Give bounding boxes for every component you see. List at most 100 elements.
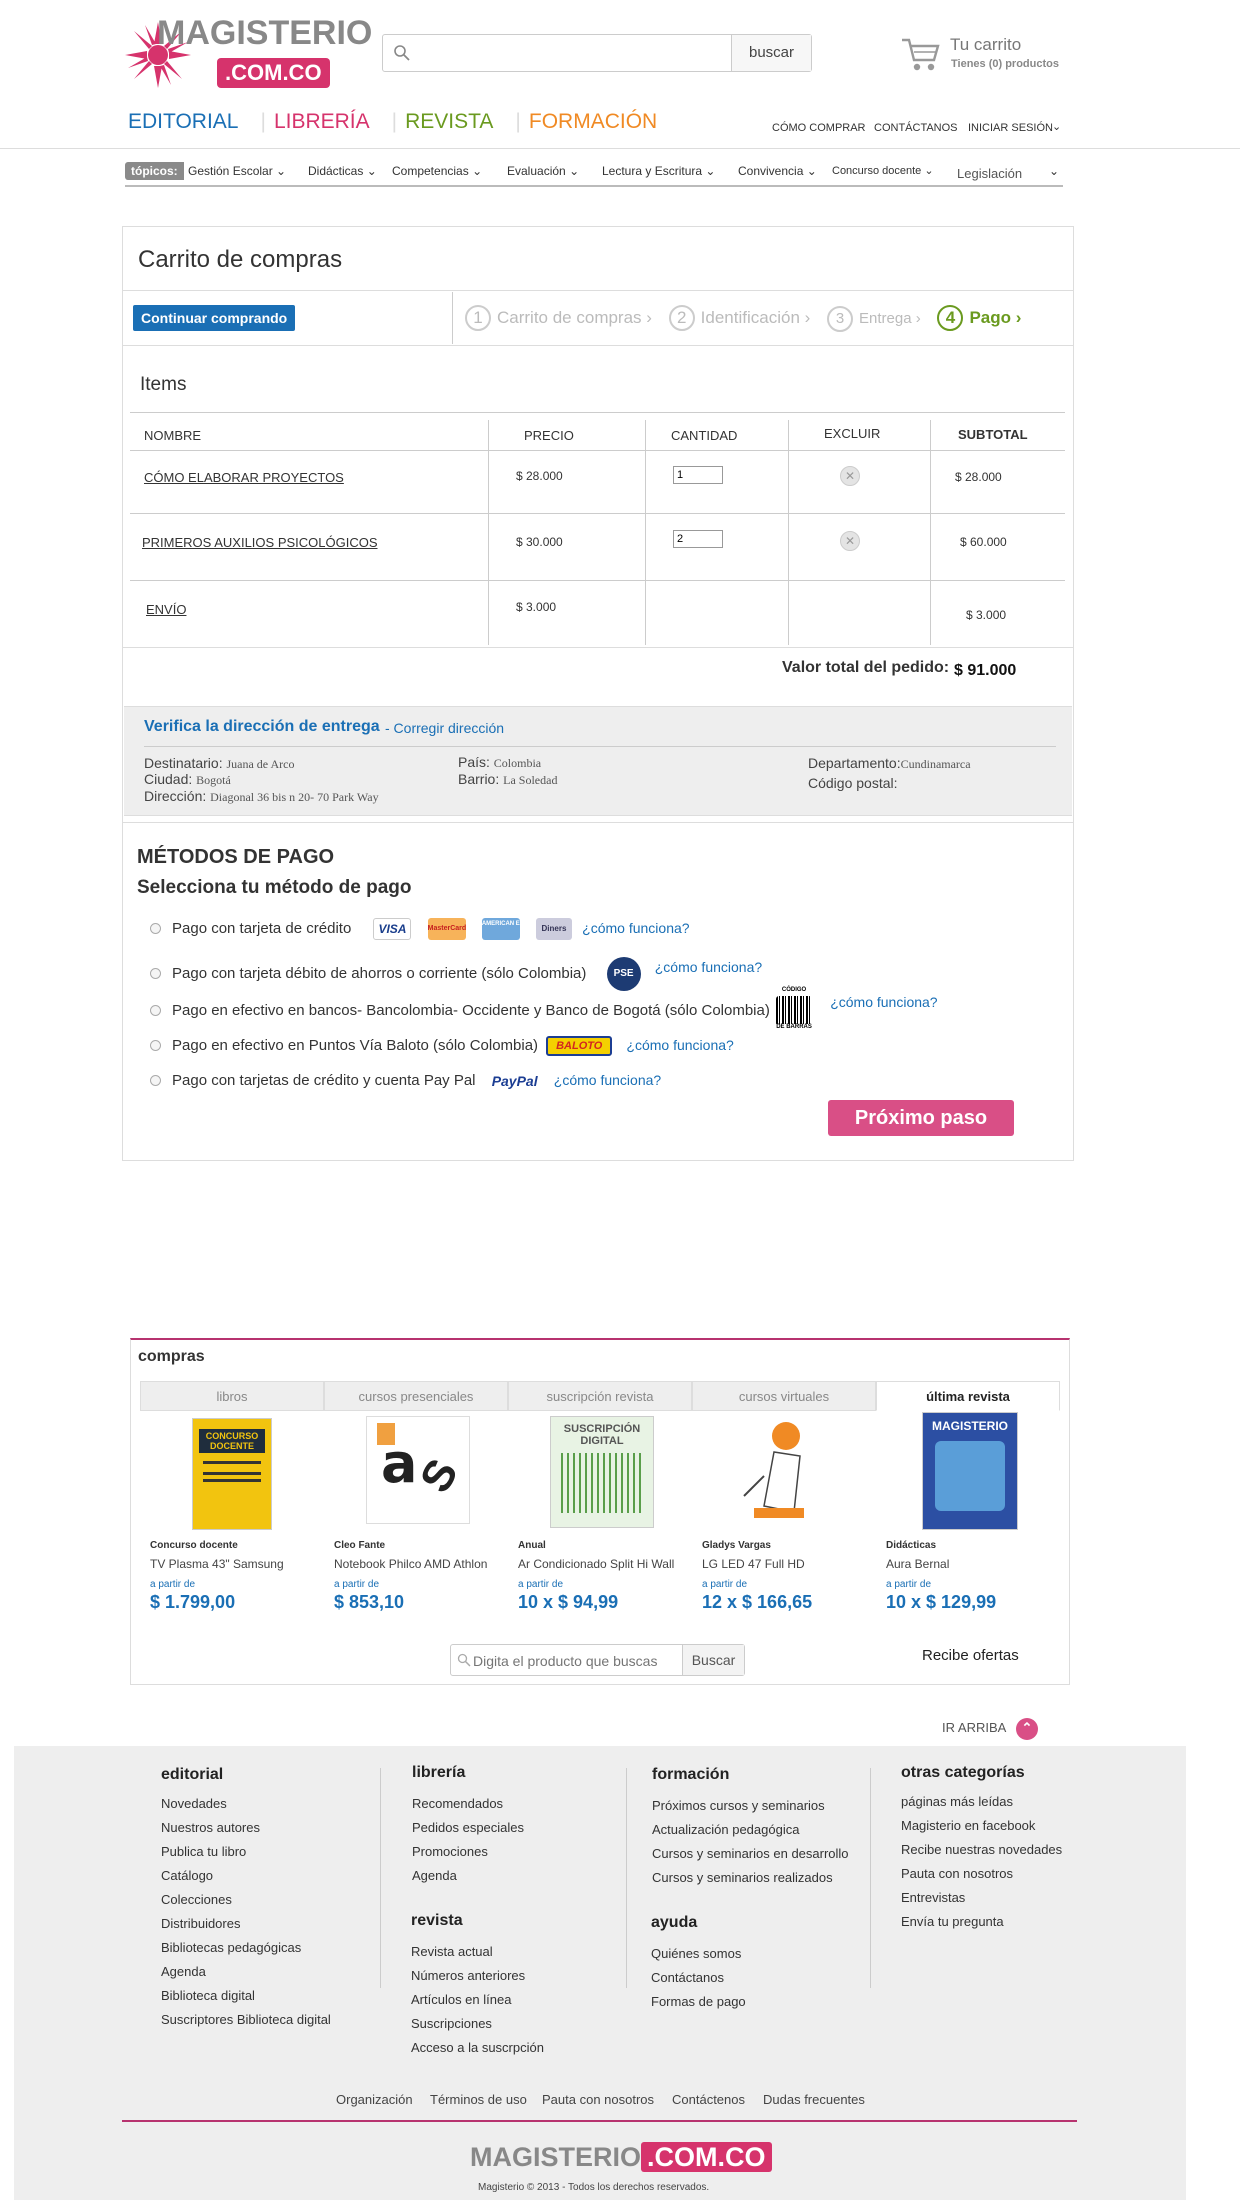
footer-link[interactable]: Formas de pago [651,1990,746,2014]
back-to-top-link[interactable]: IR ARRIBA [942,1720,1006,1735]
next-step-button[interactable]: Próximo paso [828,1100,1014,1136]
footer-link[interactable]: Contáctanos [651,1966,746,1990]
cart-title[interactable]: Tu carrito [950,35,1021,55]
footer-link[interactable]: páginas más leídas [901,1790,1062,1814]
quantity-input[interactable] [673,530,723,548]
product-name[interactable]: Aura Bernal [886,1557,949,1571]
footer-link[interactable]: Colecciones [161,1888,331,1912]
topic-convivencia[interactable]: Convivencia ⌄ [738,164,817,178]
nav-editorial[interactable]: EDITORIAL [128,110,238,133]
footer-link[interactable]: Biblioteca digital [161,1984,331,2008]
payment-option-paypal[interactable]: Pago con tarjetas de crédito y cuenta Pa… [150,1072,661,1089]
shipping-label[interactable]: ENVÍO [146,602,186,617]
radio-button[interactable] [150,1005,161,1016]
topic-legislacion[interactable]: Legislación [957,166,1022,181]
footer-link[interactable]: Agenda [161,1960,331,1984]
product-image[interactable]: a S [366,1416,470,1524]
widget-search-input[interactable] [473,1649,677,1673]
topic-gestion-escolar[interactable]: Gestión Escolar ⌄ [188,164,286,178]
product-name[interactable]: Notebook Philco AMD Athlon [334,1557,487,1571]
step-cart[interactable]: 1 Carrito de compras › [465,305,652,331]
tab-libros[interactable]: libros [140,1381,324,1411]
nav-revista[interactable]: REVISTA [405,110,493,133]
footer-link[interactable]: Pedidos especiales [412,1816,524,1840]
topic-concurso-docente[interactable]: Concurso docente ⌄ [832,164,934,177]
footer-logo[interactable]: MAGISTERIO .COM.CO [470,2142,772,2173]
nav-contactanos[interactable]: CONTÁCTANOS [874,122,958,134]
product-card[interactable]: MAGISTERIO Didácticas Aura Bernal a part… [876,1412,1060,1616]
footer-link[interactable]: Suscripciones [411,2012,544,2036]
topic-competencias[interactable]: Competencias ⌄ [392,164,482,178]
footer-link[interactable]: Recibe nuestras novedades [901,1838,1062,1862]
nav-como-comprar[interactable]: CÓMO COMPRAR [772,122,866,134]
footer-link[interactable]: Revista actual [411,1940,544,1964]
product-name[interactable]: LG LED 47 Full HD [702,1557,805,1571]
radio-button[interactable] [150,922,161,934]
widget-search-button[interactable]: Buscar [682,1645,744,1675]
tab-ultima-revista[interactable]: última revista [876,1381,1060,1411]
tab-cursos-virtuales[interactable]: cursos virtuales [692,1381,876,1411]
cart-item-name[interactable]: CÓMO ELABORAR PROYECTOS [144,470,344,485]
how-it-works-link[interactable]: ¿cómo funciona? [830,994,937,1010]
remove-item-icon[interactable]: ✕ [840,531,860,551]
footer-link[interactable]: Pauta con nosotros [901,1862,1062,1886]
radio-button[interactable] [150,1075,161,1086]
product-image[interactable] [734,1416,830,1526]
footer-link[interactable]: Actualización pedagógica [652,1818,849,1842]
radio-button[interactable] [150,1039,161,1051]
how-it-works-link[interactable]: ¿cómo funciona? [626,1037,733,1053]
product-card[interactable]: SUSCRIPCIÓN DIGITAL Anual Ar Condicionad… [508,1416,692,1616]
offers-link[interactable]: Recibe ofertas [922,1647,1019,1664]
payment-option-credit-card[interactable]: Pago con tarjeta de crédito VISA MasterC… [150,918,690,940]
arrow-up-icon[interactable]: ⌃ [1016,1718,1038,1740]
footer-bottom-link[interactable]: Contáctenos [672,2092,745,2107]
site-logo[interactable]: MAGISTERIO .COM.CO [125,14,372,94]
payment-option-cash-banks[interactable]: Pago en efectivo en bancos- Bancolombia-… [150,987,938,1031]
footer-link[interactable]: Distribuidores [161,1912,331,1936]
footer-link[interactable]: Magisterio en facebook [901,1814,1062,1838]
topic-evaluacion[interactable]: Evaluación ⌄ [507,164,579,178]
footer-link[interactable]: Cursos y seminarios realizados [652,1866,849,1890]
step-identification[interactable]: 2 Identificación › [668,305,810,331]
nav-libreria[interactable]: LIBRERÍA [274,110,370,133]
nav-formacion[interactable]: FORMACIÓN [529,110,657,133]
cart-item-name[interactable]: PRIMEROS AUXILIOS PSICOLÓGICOS [142,535,378,550]
footer-link[interactable]: Cursos y seminarios en desarrollo [652,1842,849,1866]
nav-iniciar-sesion[interactable]: INICIAR SESIÓN [968,122,1053,134]
footer-bottom-link[interactable]: Términos de uso [430,2092,527,2107]
product-card[interactable]: Gladys Vargas LG LED 47 Full HD a partir… [692,1416,876,1616]
cart-icon[interactable] [900,34,942,74]
product-image[interactable]: MAGISTERIO [922,1412,1018,1530]
continue-shopping-button[interactable]: Continuar comprando [133,305,296,331]
product-name[interactable]: TV Plasma 43" Samsung [150,1557,284,1571]
footer-link[interactable]: Agenda [412,1864,524,1888]
footer-link[interactable]: Próximos cursos y seminarios [652,1794,849,1818]
product-image[interactable]: CONCURSO DOCENTE [192,1418,272,1530]
remove-item-icon[interactable]: ✕ [840,466,860,486]
footer-link[interactable]: Promociones [412,1840,524,1864]
footer-link[interactable]: Nuestros autores [161,1816,331,1840]
payment-option-debit[interactable]: Pago con tarjeta débito de ahorros o cor… [150,957,762,991]
payment-option-baloto[interactable]: Pago en efectivo en Puntos Vía Baloto (s… [150,1036,734,1056]
tab-suscripcion-revista[interactable]: suscripción revista [508,1381,692,1411]
how-it-works-link[interactable]: ¿cómo funciona? [582,920,689,936]
footer-link[interactable]: Artículos en línea [411,1988,544,2012]
footer-link[interactable]: Bibliotecas pedagógicas [161,1936,331,1960]
footer-bottom-link[interactable]: Organización [336,2092,413,2107]
how-it-works-link[interactable]: ¿cómo funciona? [655,959,762,975]
footer-link[interactable]: Suscriptores Biblioteca digital [161,2008,331,2032]
quantity-input[interactable] [673,466,723,484]
step-payment[interactable]: 4 Pago › [937,305,1021,331]
product-image[interactable]: SUSCRIPCIÓN DIGITAL [550,1416,654,1528]
product-name[interactable]: Ar Condicionado Split Hi Wall [518,1557,674,1571]
footer-link[interactable]: Envía tu pregunta [901,1910,1062,1934]
product-card[interactable]: a S Cleo Fante Notebook Philco AMD Athlo… [324,1416,508,1616]
footer-link[interactable]: Recomendados [412,1792,524,1816]
radio-button[interactable] [150,967,161,979]
tab-cursos-presenciales[interactable]: cursos presenciales [324,1381,508,1411]
topic-lectura-escritura[interactable]: Lectura y Escritura ⌄ [602,164,715,178]
product-card[interactable]: CONCURSO DOCENTE Concurso docente TV Pla… [140,1416,324,1616]
footer-link[interactable]: Publica tu libro [161,1840,331,1864]
how-it-works-link[interactable]: ¿cómo funciona? [554,1072,661,1088]
footer-link[interactable]: Entrevistas [901,1886,1062,1910]
